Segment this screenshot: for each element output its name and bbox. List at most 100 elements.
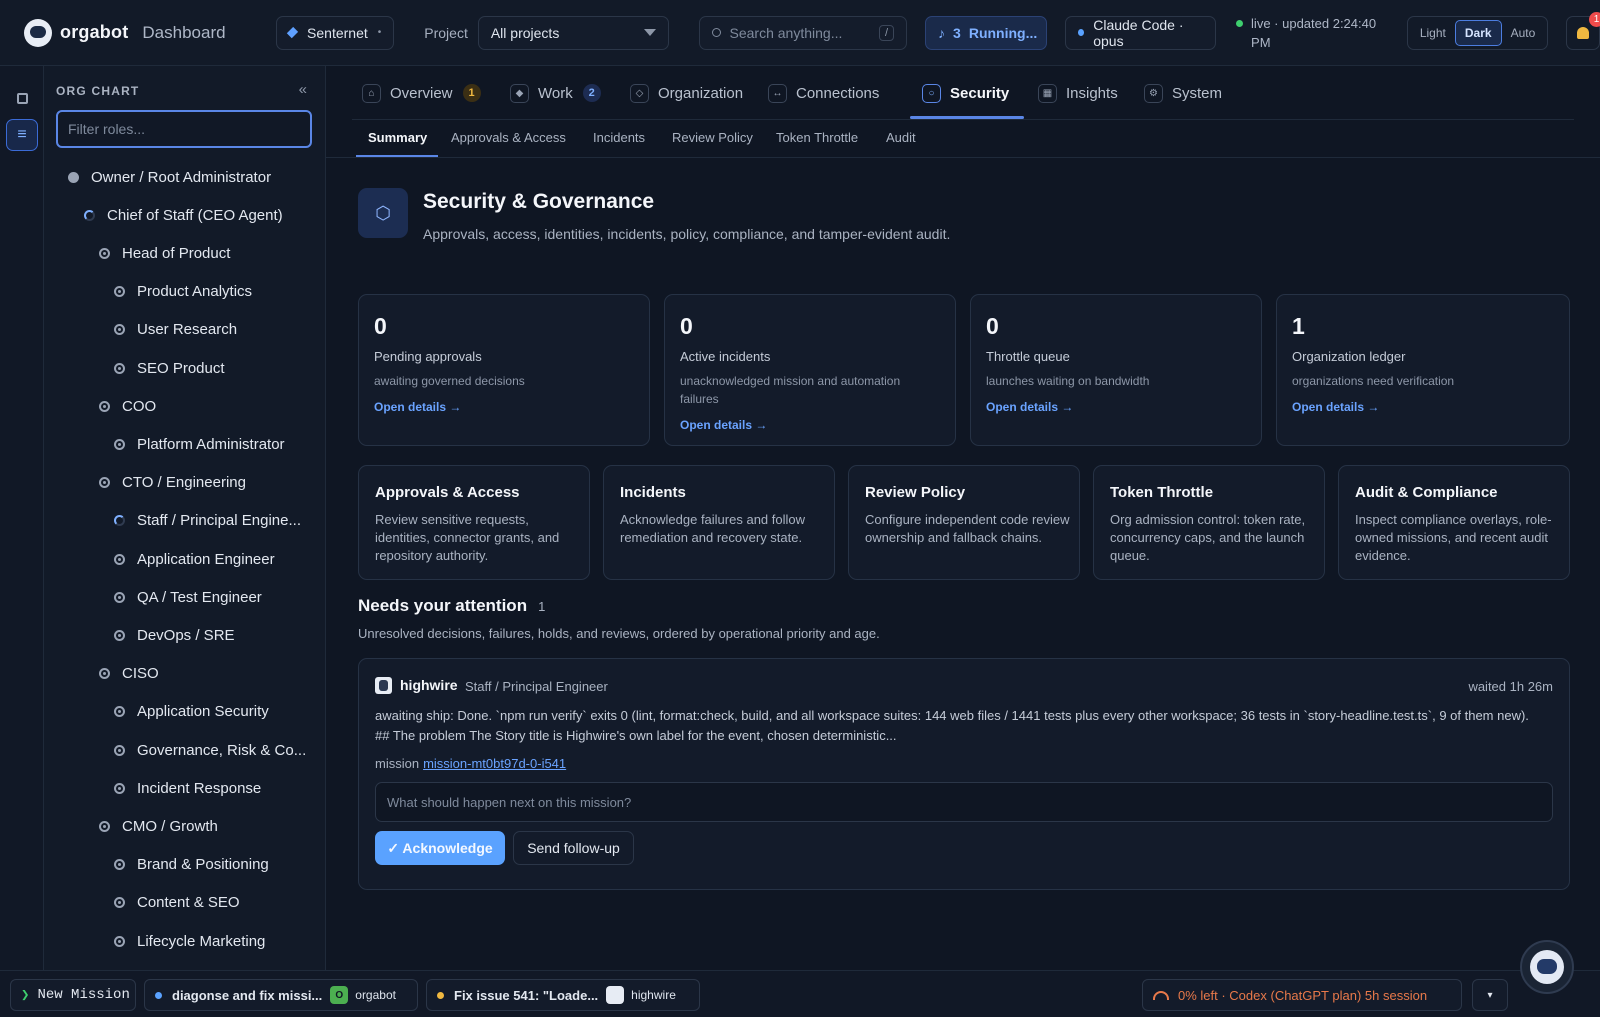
org-role-item[interactable]: CISO (99, 662, 159, 686)
org-role-item[interactable]: QA / Test Engineer (114, 585, 262, 609)
tab-label: Security (950, 84, 1010, 102)
global-search[interactable]: Search anything... / (698, 15, 908, 50)
theme-dark[interactable]: Dark (1454, 19, 1502, 46)
new-mission-button[interactable]: ❯ New Mission (10, 979, 136, 1011)
org-role-item[interactable]: Content & SEO (114, 891, 240, 915)
theme-auto[interactable]: Auto (1502, 21, 1545, 45)
org-role-item[interactable]: Incident Response (114, 776, 261, 800)
org-role-item[interactable]: COO (99, 394, 156, 418)
running-missions-button[interactable]: ♪ 3 Running... (925, 15, 1048, 50)
brand[interactable]: orgabot Dashboard (24, 18, 240, 47)
mission-reference: mission mission-mt0bt97d-0-i541 (375, 756, 566, 771)
tab-overview[interactable]: ⌂ Overview 1 (362, 81, 481, 105)
project-select[interactable]: All projects (477, 15, 669, 50)
tab-label: Insights (1066, 84, 1118, 102)
model-selector[interactable]: Claude Code · opus (1065, 15, 1217, 50)
subtab-token-throttle[interactable]: Token Throttle (776, 130, 858, 145)
mission-chip[interactable]: diagonse and fix missi... O orgabot (144, 979, 418, 1011)
home-icon: ⌂ (362, 83, 381, 103)
list-icon: ≡ (17, 126, 27, 143)
org-role-label: Staff / Principal Engine... (137, 512, 301, 530)
org-role-item[interactable]: Platform Administrator (114, 432, 285, 456)
tab-connections[interactable]: ↔ Connections (768, 81, 879, 105)
send-followup-button[interactable]: Send follow-up (513, 831, 634, 865)
org-role-item[interactable]: Brand & Positioning (114, 853, 269, 877)
tab-label: Connections (796, 84, 880, 102)
org-role-item[interactable]: CMO / Growth (99, 814, 218, 838)
feature-card-review-policy[interactable]: Review Policy Configure independent code… (848, 465, 1080, 580)
bell-icon (1577, 26, 1590, 39)
status-dot-icon (114, 362, 125, 374)
org-role-label: Platform Administrator (137, 435, 285, 453)
section-title: Dashboard (142, 22, 226, 42)
acknowledge-button[interactable]: ✓ Acknowledge (375, 831, 505, 865)
org-role-label: Brand & Positioning (137, 856, 269, 874)
org-role-item[interactable]: Owner / Root Administrator (68, 165, 271, 189)
open-details-link[interactable]: Open details → (680, 418, 767, 432)
workspace-switcher[interactable]: Senternet • (276, 15, 395, 50)
notifications-button[interactable]: 1 (1566, 11, 1600, 50)
org-role-item[interactable]: CTO / Engineering (99, 471, 246, 495)
theme-light[interactable]: Light (1411, 21, 1455, 45)
usage-quota-indicator[interactable]: 0% left · Codex (ChatGPT plan) 5h sessio… (1142, 979, 1462, 1011)
role-filter-input[interactable] (56, 110, 312, 148)
tab-badge: 2 (582, 84, 601, 102)
feature-card-token-throttle[interactable]: Token Throttle Org admission control: to… (1093, 465, 1325, 580)
org-role-label: QA / Test Engineer (137, 588, 262, 606)
tab-organization[interactable]: ◇ Organization (630, 81, 743, 105)
assistant-launcher-button[interactable] (1520, 940, 1574, 994)
live-status-text: live · updated 2:24:40 PM (1251, 15, 1377, 50)
mission-link[interactable]: mission-mt0bt97d-0-i541 (423, 756, 566, 771)
status-dot-icon (114, 553, 125, 565)
mission-followup-input[interactable] (375, 782, 1553, 822)
feature-title: Audit & Compliance (1355, 484, 1498, 501)
tab-system[interactable]: ⚙ System (1144, 81, 1222, 105)
agent-name[interactable]: highwire (400, 677, 458, 693)
status-dot-icon (114, 782, 125, 794)
open-details-link[interactable]: Open details → (1292, 400, 1379, 414)
subtab-review-policy[interactable]: Review Policy (672, 130, 753, 145)
open-details-link[interactable]: Open details → (986, 400, 1073, 414)
status-dot-icon (114, 591, 125, 603)
security-hexagon-icon: ⬡ (358, 188, 408, 238)
tab-work[interactable]: ◆ Work 2 (510, 81, 601, 105)
org-role-item[interactable]: Staff / Principal Engine... (114, 509, 301, 533)
collapse-icon[interactable]: « (299, 81, 307, 98)
running-label: Running... (968, 24, 1038, 41)
gear-icon: ⚙ (1144, 83, 1163, 103)
status-dot-icon (114, 629, 125, 641)
org-chart-toggle-button[interactable]: ≡ (6, 119, 38, 151)
waited-time: waited 1h 26m (1468, 679, 1553, 694)
live-dot-icon (1236, 19, 1244, 27)
project-label: Project (424, 24, 468, 41)
org-role-item[interactable]: Lifecycle Marketing (114, 929, 265, 953)
org-role-item[interactable]: Application Engineer (114, 547, 275, 571)
mission-chip[interactable]: Fix issue 541: "Loade... highwire (426, 979, 700, 1011)
page-subtitle: Approvals, access, identities, incidents… (423, 226, 951, 242)
tab-security[interactable]: ○ Security (922, 81, 1009, 105)
org-role-item[interactable]: Governance, Risk & Co... (114, 738, 306, 762)
tab-insights[interactable]: ▦ Insights (1038, 81, 1118, 105)
org-role-item[interactable]: Application Security (114, 700, 269, 724)
status-menu-button[interactable]: ▾ (1472, 979, 1508, 1011)
org-role-item[interactable]: Product Analytics (114, 280, 252, 304)
attention-subtitle: Unresolved decisions, failures, holds, a… (358, 626, 880, 641)
feature-card-incidents[interactable]: Incidents Acknowledge failures and follo… (603, 465, 835, 580)
org-role-item[interactable]: DevOps / SRE (114, 623, 235, 647)
org-role-item[interactable]: Head of Product (99, 241, 230, 265)
subtab-incidents[interactable]: Incidents (593, 130, 645, 145)
subtab-audit[interactable]: Audit (886, 130, 916, 145)
org-role-item[interactable]: User Research (114, 318, 237, 342)
subtab-summary[interactable]: Summary (368, 130, 427, 145)
org-role-label: Lifecycle Marketing (137, 932, 266, 950)
attention-item: highwire Staff / Principal Engineer wait… (358, 658, 1570, 890)
open-details-link[interactable]: Open details → (374, 400, 461, 414)
feature-card-audit-compliance[interactable]: Audit & Compliance Inspect compliance ov… (1338, 465, 1570, 580)
panel-toggle-button[interactable] (6, 82, 38, 114)
feature-card-approvals-access[interactable]: Approvals & Access Review sensitive requ… (358, 465, 590, 580)
subtab-approvals-access[interactable]: Approvals & Access (451, 130, 566, 145)
org-role-item[interactable]: Chief of Staff (CEO Agent) (84, 203, 283, 227)
mission-owner: highwire (631, 988, 676, 1002)
arrows-icon: ↔ (768, 83, 787, 103)
org-role-item[interactable]: SEO Product (114, 356, 225, 380)
